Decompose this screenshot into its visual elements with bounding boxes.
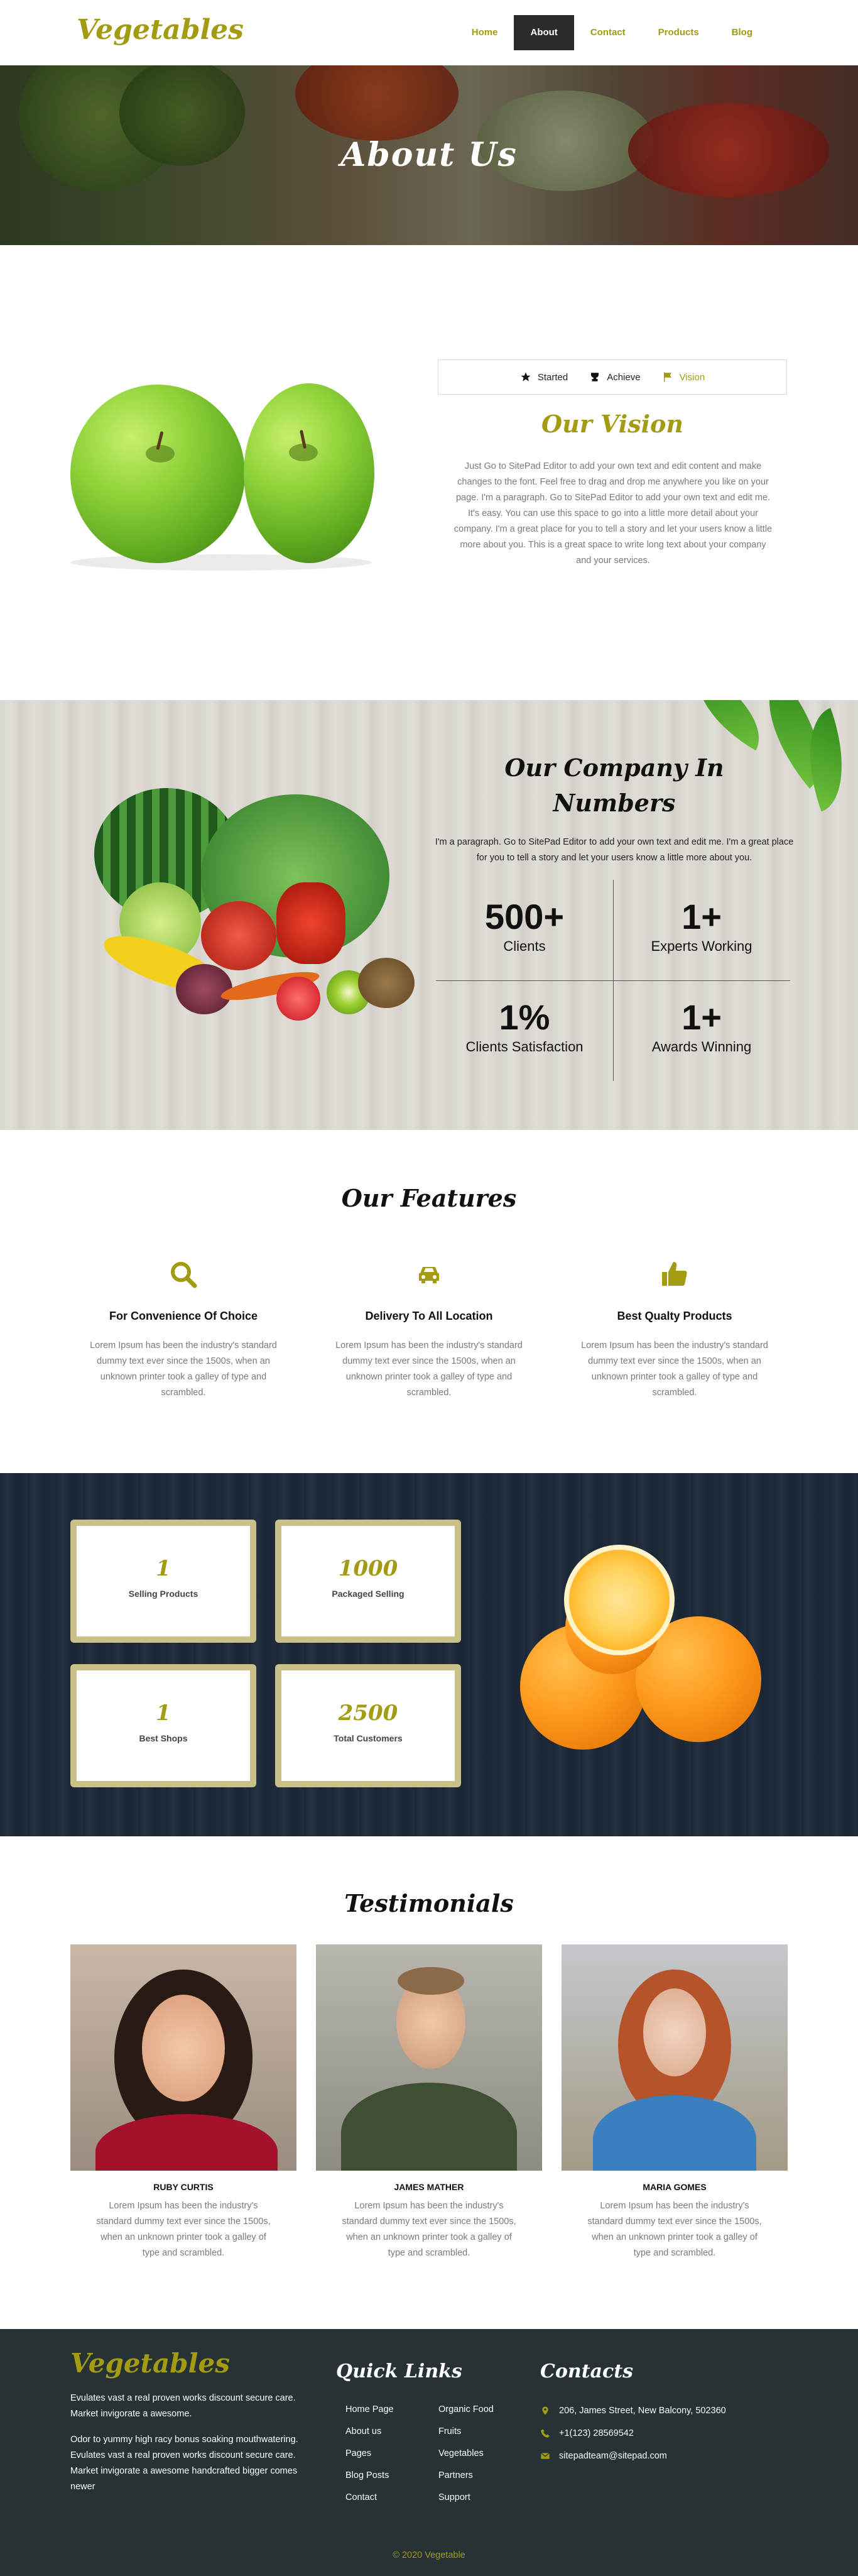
tab-vision[interactable]: Vision <box>662 371 705 383</box>
footer-link[interactable]: About us <box>345 2426 394 2448</box>
tab-label: Started <box>537 371 568 383</box>
counters-section: 1 Selling Products 1000 Packaged Selling… <box>0 1473 858 1836</box>
tab-label: Achieve <box>607 371 641 383</box>
footer-link[interactable]: Fruits <box>438 2426 494 2448</box>
apples-image <box>70 377 378 578</box>
contact-address: 206, James Street, New Balcony, 502360 <box>540 2399 726 2422</box>
nav-products[interactable]: Products <box>642 15 715 50</box>
page-title: About Us <box>340 136 518 174</box>
tab-achieve[interactable]: Achieve <box>589 371 641 383</box>
quick-links-heading: Quick Links <box>336 2360 462 2382</box>
counter-total-customers: 2500 Total Customers <box>275 1664 461 1787</box>
footer-link[interactable]: Partners <box>438 2470 494 2492</box>
nav-contact[interactable]: Contact <box>574 15 642 50</box>
footer-link[interactable]: Organic Food <box>438 2404 494 2426</box>
testimonial-text: Lorem Ipsum has been the industry's stan… <box>342 2201 516 2258</box>
feature-title: Delivery To All Location <box>365 1310 493 1322</box>
tab-label: Vision <box>679 371 705 383</box>
footer-link[interactable]: Blog Posts <box>345 2470 394 2492</box>
feature-text: Lorem Ipsum has been the industry's stan… <box>581 1340 768 1398</box>
hero-banner: About Us <box>0 65 858 245</box>
counter-best-shops: 1 Best Shops <box>70 1664 256 1787</box>
nav-about[interactable]: About <box>514 15 574 50</box>
feature-choice: For Convenience Of Choice Lorem Ipsum ha… <box>70 1259 296 1401</box>
stat-experts: 1+ Experts Working <box>651 897 752 954</box>
stat-awards: 1+ Awards Winning <box>651 997 752 1055</box>
stat-satisfaction: 1% Clients Satisfaction <box>465 997 584 1055</box>
contacts-heading: Contacts <box>540 2360 634 2382</box>
testimonial-name: JAMES MATHER <box>394 2182 464 2192</box>
tab-started[interactable]: Started <box>520 371 568 383</box>
copyright: © 2020 Vegetable <box>393 2550 465 2560</box>
testimonial-name: MARIA GOMES <box>643 2182 707 2192</box>
quick-links-col-1: Home Page About us Pages Blog Posts Cont… <box>345 2404 394 2514</box>
vegetables-image <box>75 788 427 1027</box>
footer-link[interactable]: Support <box>438 2492 494 2514</box>
nav-home[interactable]: Home <box>455 15 514 50</box>
site-logo[interactable]: Vegetables <box>77 14 244 46</box>
vision-paragraph: Just Go to SitePad Editor to add your ow… <box>453 461 773 566</box>
contact-phone: +1(123) 28569542 <box>540 2422 726 2445</box>
vision-tabs: Started Achieve Vision <box>438 359 787 395</box>
phone-icon <box>541 2429 550 2438</box>
footer-link[interactable]: Pages <box>345 2448 394 2470</box>
stat-clients: 500+ Clients <box>484 897 565 954</box>
site-header: Vegetables Home About Contact Products B… <box>0 0 858 65</box>
testimonial-card: MARIA GOMES Lorem Ipsum has been the ind… <box>562 1944 788 2261</box>
features-heading: Our Features <box>341 1184 517 1212</box>
search-icon <box>171 1262 197 1288</box>
site-footer: Vegetables Evulates vast a real proven w… <box>0 2329 858 2576</box>
feature-title: Best Qualty Products <box>617 1310 732 1322</box>
quick-links-col-2: Organic Food Fruits Vegetables Partners … <box>438 2404 494 2514</box>
flag-icon <box>663 372 671 382</box>
testimonial-photo <box>70 1944 296 2171</box>
footer-logo[interactable]: Vegetables <box>70 2348 230 2379</box>
envelope-icon <box>540 2452 550 2459</box>
footer-link[interactable]: Vegetables <box>438 2448 494 2470</box>
feature-title: For Convenience Of Choice <box>109 1310 258 1322</box>
footer-link[interactable]: Contact <box>345 2492 394 2514</box>
contact-list: 206, James Street, New Balcony, 502360 +… <box>540 2399 726 2467</box>
counter-packaged-selling: 1000 Packaged Selling <box>275 1520 461 1643</box>
nav-blog[interactable]: Blog <box>715 15 769 50</box>
star-icon <box>521 372 531 381</box>
feature-delivery: Delivery To All Location Lorem Ipsum has… <box>316 1259 542 1401</box>
leaf-image <box>679 700 778 751</box>
testimonials-heading: Testimonials <box>344 1889 514 1917</box>
main-nav: Home About Contact Products Blog <box>455 15 769 50</box>
feature-text: Lorem Ipsum has been the industry's stan… <box>90 1340 277 1398</box>
testimonial-name: RUBY CURTIS <box>153 2182 214 2192</box>
footer-link[interactable]: Home Page <box>345 2404 394 2426</box>
testimonial-card: RUBY CURTIS Lorem Ipsum has been the ind… <box>70 1944 296 2261</box>
testimonial-photo <box>316 1944 542 2171</box>
numbers-paragraph: I'm a paragraph. Go to SitePad Editor to… <box>435 837 794 863</box>
testimonial-text: Lorem Ipsum has been the industry's stan… <box>587 2201 762 2258</box>
map-pin-icon <box>542 2406 548 2415</box>
footer-about: Evulates vast a real proven works discou… <box>70 2393 298 2492</box>
numbers-section: Our Company In Numbers I'm a paragraph. … <box>0 700 858 1130</box>
feature-text: Lorem Ipsum has been the industry's stan… <box>335 1340 523 1398</box>
testimonial-card: JAMES MATHER Lorem Ipsum has been the in… <box>316 1944 542 2261</box>
vision-heading: Our Vision <box>541 410 684 438</box>
testimonial-text: Lorem Ipsum has been the industry's stan… <box>96 2201 271 2258</box>
numbers-heading: Our Company In Numbers <box>504 754 724 817</box>
car-icon <box>419 1267 439 1283</box>
counter-selling-products: 1 Selling Products <box>70 1520 256 1643</box>
stats-grid: 500+ Clients 1+ Experts Working 1% Clien… <box>436 880 790 1081</box>
feature-quality: Best Qualty Products Lorem Ipsum has bee… <box>562 1259 788 1401</box>
thumbs-up-icon <box>662 1262 687 1286</box>
testimonial-photo <box>562 1944 788 2171</box>
contact-email: sitepadteam@sitepad.com <box>540 2445 726 2467</box>
trophy-icon <box>591 373 599 381</box>
